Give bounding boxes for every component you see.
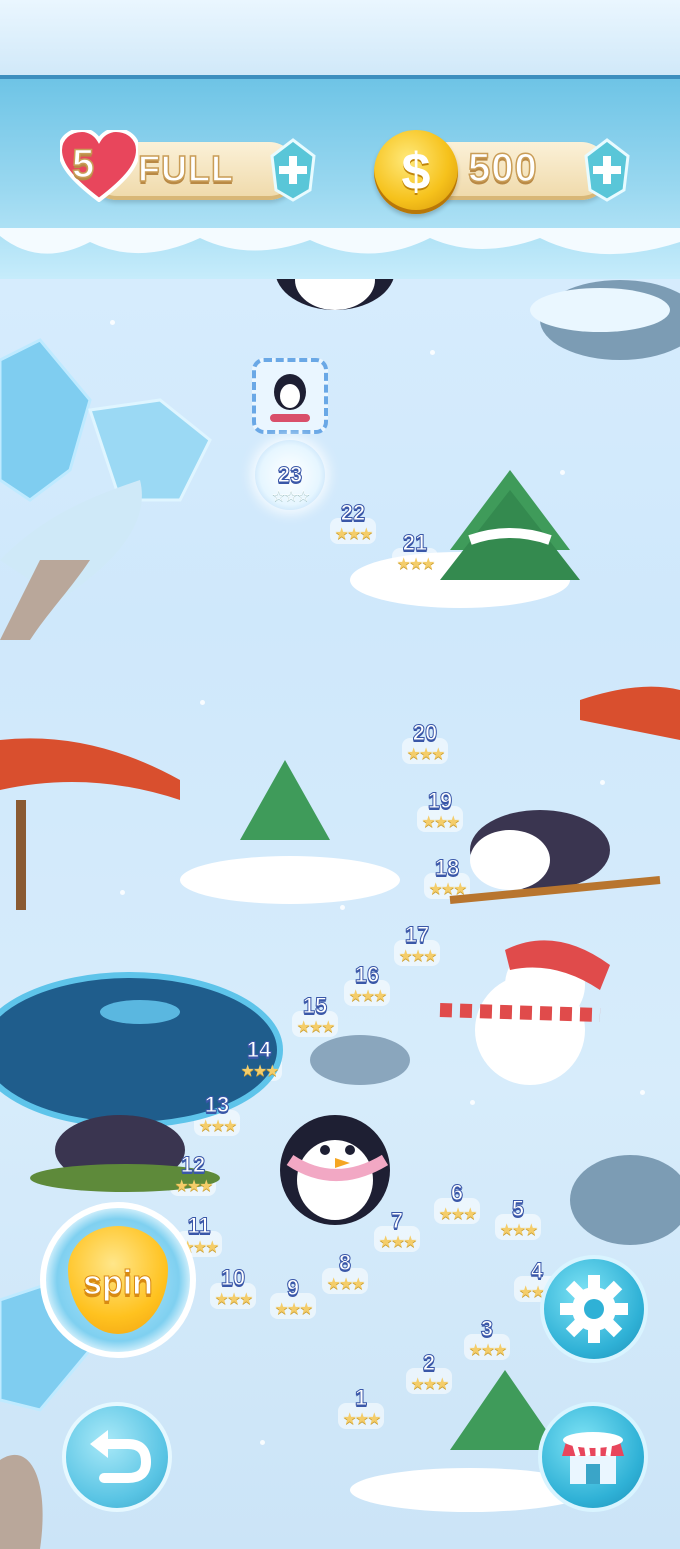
- level-node[interactable]: 5 ★★★: [483, 1196, 553, 1246]
- level-node[interactable]: 22 ★★★: [318, 500, 388, 550]
- level-node[interactable]: 20 ★★★: [390, 720, 460, 770]
- spin-label: spin: [83, 1264, 154, 1303]
- level-stars: ★★★: [421, 812, 460, 831]
- level-number: 23: [277, 462, 303, 488]
- level-number: 14: [246, 1037, 272, 1063]
- level-stars: ★★★: [428, 879, 467, 898]
- level-number: 15: [302, 993, 328, 1019]
- level-stars: ★★★: [296, 1017, 335, 1036]
- shop-button[interactable]: [538, 1402, 648, 1512]
- level-stars: ★★★: [406, 744, 445, 763]
- level-number: 1: [354, 1385, 368, 1411]
- level-number: 12: [180, 1152, 206, 1178]
- level-number: 22: [340, 500, 366, 526]
- level-number: 13: [204, 1092, 230, 1118]
- level-stars: ★★★: [499, 1220, 538, 1239]
- penguin-snowboard-icon: [270, 374, 310, 422]
- level-node[interactable]: 19 ★★★: [405, 788, 475, 838]
- shop-icon: [562, 1432, 624, 1484]
- level-number: 3: [480, 1316, 494, 1342]
- level-number: 2: [422, 1350, 436, 1376]
- level-stars: ★★★: [410, 1374, 449, 1393]
- header-snow-edge: [0, 228, 680, 255]
- level-number: 18: [434, 855, 460, 881]
- level-stars: ★★★: [396, 554, 435, 573]
- back-button[interactable]: [62, 1402, 172, 1512]
- lives-status: FULL: [137, 147, 234, 190]
- level-stars: ★★★: [326, 1274, 365, 1293]
- settings-button[interactable]: [540, 1255, 648, 1363]
- gear-icon: [560, 1275, 628, 1343]
- lives-count: 5: [71, 141, 96, 187]
- level-node[interactable]: 1 ★★★: [326, 1385, 396, 1435]
- level-number: 16: [354, 962, 380, 988]
- level-stars: ★★★: [198, 1116, 237, 1135]
- level-number: 21: [402, 530, 428, 556]
- level-stars: ★★★: [240, 1061, 279, 1080]
- coin-amount: 500: [467, 145, 538, 191]
- level-node[interactable]: 2 ★★★: [394, 1350, 464, 1400]
- level-stars: ★★★: [438, 1204, 477, 1223]
- level-node-current[interactable]: 23 ☆☆☆: [255, 462, 325, 512]
- level-node[interactable]: 18 ★★★: [412, 855, 482, 905]
- level-number: 5: [511, 1196, 525, 1222]
- level-node[interactable]: 12 ★★★: [158, 1152, 228, 1202]
- spin-button[interactable]: spin: [40, 1202, 196, 1358]
- level-number: 17: [404, 922, 430, 948]
- level-node[interactable]: 21 ★★★: [380, 530, 450, 580]
- level-node[interactable]: 6 ★★★: [422, 1180, 492, 1230]
- player-avatar: [252, 358, 328, 434]
- level-stars: ★★★: [174, 1176, 213, 1195]
- add-coins-button[interactable]: [584, 138, 630, 202]
- level-stars: ★★★: [334, 524, 373, 543]
- level-stars: ★★★: [378, 1232, 417, 1251]
- level-node[interactable]: 13 ★★★: [182, 1092, 252, 1142]
- level-node[interactable]: 14 ★★★: [224, 1037, 294, 1087]
- add-lives-button[interactable]: [270, 138, 316, 202]
- level-number: 6: [450, 1180, 464, 1206]
- level-number: 19: [427, 788, 453, 814]
- level-stars: ★★★: [274, 1299, 313, 1318]
- coin-symbol: $: [401, 143, 431, 201]
- level-stars: ☆☆☆: [271, 486, 310, 505]
- undo-arrow-icon: [90, 1430, 152, 1483]
- level-stars: ★★★: [342, 1409, 381, 1428]
- level-node[interactable]: 15 ★★★: [280, 993, 350, 1043]
- level-number: 20: [412, 720, 438, 746]
- coin-icon: $: [374, 130, 458, 214]
